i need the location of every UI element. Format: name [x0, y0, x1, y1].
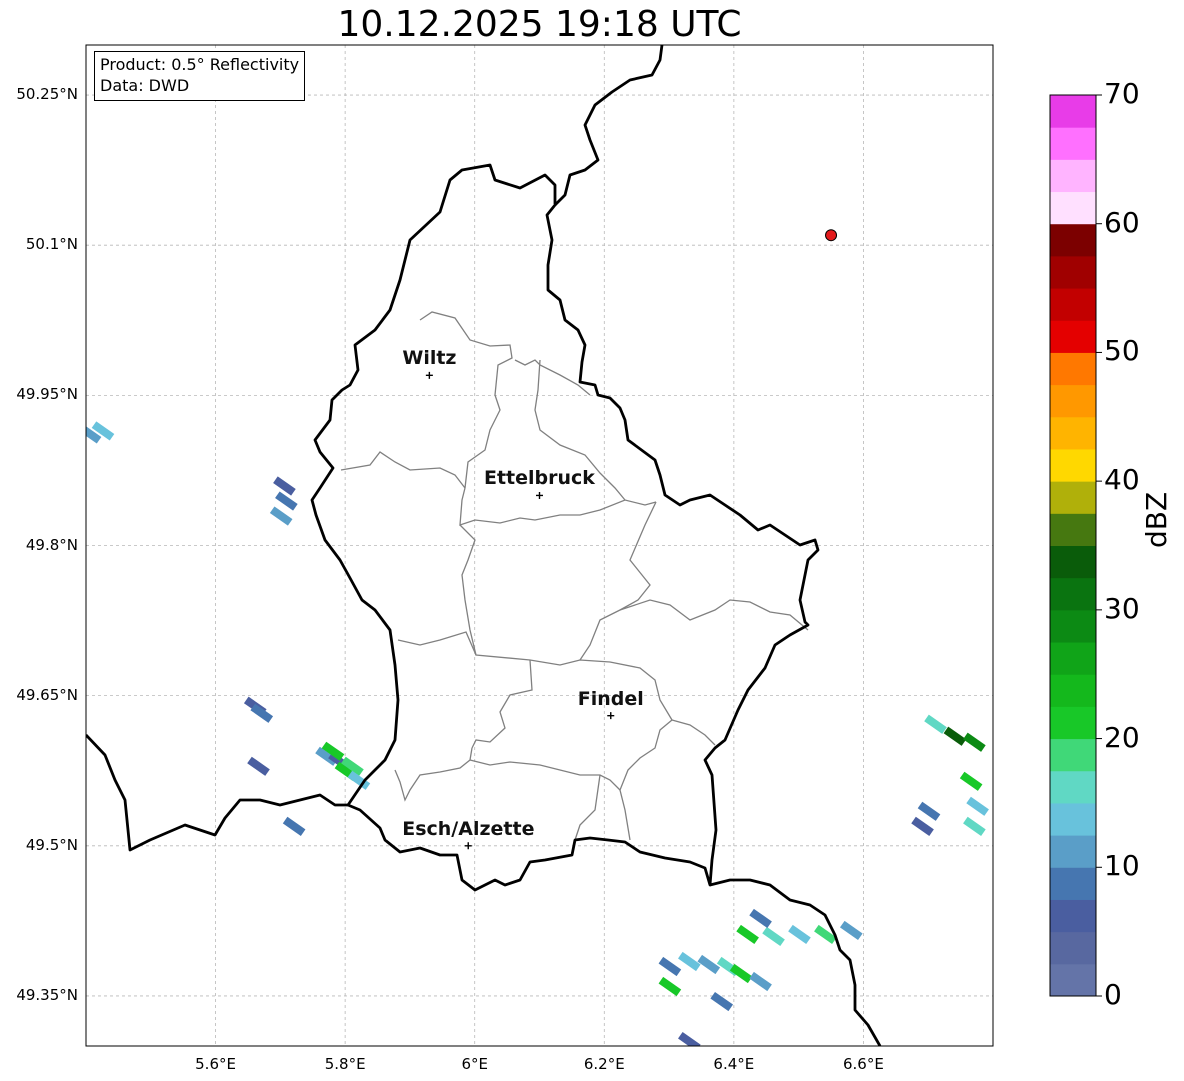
colorbar-segment — [1050, 770, 1096, 804]
colorbar-segment — [1050, 867, 1096, 900]
colorbar-tick-label: 50 — [1104, 334, 1140, 368]
radar-echo — [736, 924, 759, 945]
radar-echo — [943, 726, 967, 746]
colorbar-segment — [1050, 674, 1096, 707]
colorbar — [1050, 94, 1102, 997]
colorbar-segment — [1050, 384, 1096, 418]
lat-tick-label: 49.65°N — [16, 685, 78, 704]
colorbar-segment — [1050, 963, 1096, 997]
colorbar-segment — [1050, 609, 1096, 643]
radar-echo — [839, 920, 863, 941]
colorbar-segment — [1050, 159, 1096, 193]
colorbar-segment — [1050, 352, 1096, 386]
canton-boundaries — [340, 311, 809, 841]
radar-echo — [247, 756, 270, 776]
colorbar-segment — [1050, 642, 1096, 675]
city-marker-icon — [536, 491, 543, 499]
radar-echo — [924, 714, 947, 734]
colorbar-tick-label: 40 — [1104, 463, 1140, 497]
colorbar-tick-label: 0 — [1104, 978, 1122, 1011]
lat-tick-label: 49.95°N — [16, 385, 78, 404]
city-markers — [425, 371, 615, 850]
radar-echo — [710, 991, 734, 1012]
french-border — [86, 734, 348, 852]
radar-echo — [749, 908, 772, 929]
city-label: Esch/Alzette — [402, 817, 535, 840]
colorbar-segment — [1050, 513, 1096, 546]
radar-echo — [697, 954, 721, 975]
colorbar-segment — [1050, 448, 1096, 482]
radar-site-marker — [825, 229, 838, 242]
colorbar-segment — [1050, 899, 1096, 933]
lat-tick-label: 49.35°N — [16, 985, 78, 1004]
city-marker-icon — [464, 842, 472, 850]
lon-tick-label: 5.6°E — [195, 1055, 236, 1073]
radar-echo — [788, 924, 811, 945]
lon-tick-label: 6.2°E — [583, 1055, 625, 1073]
luxembourg-border — [310, 163, 820, 892]
info-box: Product: 0.5° Reflectivity Data: DWD — [94, 51, 306, 101]
city-label: Wiltz — [402, 347, 457, 370]
colorbar-segment — [1050, 223, 1096, 257]
colorbar-tick-label: 60 — [1104, 205, 1140, 239]
colorbar-segment — [1050, 416, 1096, 450]
map-gridlines — [86, 45, 993, 1046]
colorbar-segment — [1050, 95, 1096, 128]
lon-tick-label: 6.6°E — [843, 1055, 884, 1073]
colorbar-segment — [1050, 288, 1096, 321]
colorbar-segment — [1050, 191, 1096, 225]
radar-echo — [963, 816, 986, 836]
lat-tick-label: 49.8°N — [25, 535, 78, 554]
radar-echo — [282, 816, 306, 836]
colorbar-segment — [1050, 931, 1096, 965]
radar-echo — [273, 476, 296, 496]
colorbar-segment — [1050, 255, 1096, 289]
radar-echo — [678, 951, 701, 972]
city-label: Ettelbruck — [484, 467, 595, 490]
colorbar-segment — [1050, 545, 1096, 579]
colorbar-segment — [1050, 706, 1096, 740]
city-marker-icon — [425, 371, 433, 379]
radar-echo — [678, 1031, 701, 1046]
city-label: Findel — [577, 687, 644, 710]
data-source-label: Data: DWD — [100, 76, 190, 95]
product-label: Product: 0.5° Reflectivity — [100, 55, 300, 74]
radar-echo — [275, 491, 298, 511]
radar-echo — [959, 771, 983, 791]
radar-echo — [269, 506, 293, 526]
german-border — [554, 45, 664, 206]
colorbar-segment — [1050, 738, 1096, 772]
lat-tick-label: 50.25°N — [16, 85, 78, 104]
radar-echo — [963, 732, 986, 752]
radar-echo — [658, 976, 682, 997]
colorbar-segment — [1050, 577, 1096, 611]
colorbar-segment — [1050, 835, 1096, 868]
lon-tick-label: 6°E — [461, 1055, 488, 1073]
map-title: 10.12.2025 19:18 UTC — [337, 4, 742, 45]
city-marker-icon — [607, 712, 615, 720]
colorbar-tick-label: 20 — [1104, 720, 1140, 754]
colorbar-segment — [1050, 802, 1096, 836]
colorbar-segment — [1050, 127, 1096, 160]
colorbar-segment — [1050, 320, 1096, 353]
radar-echo — [658, 956, 682, 977]
radar-echo — [966, 796, 989, 816]
radar-echo — [917, 801, 941, 821]
colorbar-tick-label: 30 — [1104, 591, 1140, 625]
lat-tick-label: 50.1°N — [25, 235, 78, 254]
lon-tick-label: 5.8°E — [324, 1055, 366, 1073]
colorbar-segment — [1050, 481, 1096, 514]
colorbar-tick-label: 10 — [1104, 849, 1140, 883]
radar-echo — [911, 816, 934, 836]
german-border-south — [709, 878, 882, 1046]
radar-echo — [762, 926, 785, 947]
radar-map — [85, 44, 1102, 1047]
colorbar-unit-label: dBZ — [1140, 491, 1173, 548]
colorbar-tick-label: 70 — [1104, 77, 1140, 110]
lat-tick-label: 49.5°N — [25, 835, 78, 854]
radar-echo — [749, 971, 772, 992]
lon-tick-label: 6.4°E — [713, 1055, 755, 1073]
